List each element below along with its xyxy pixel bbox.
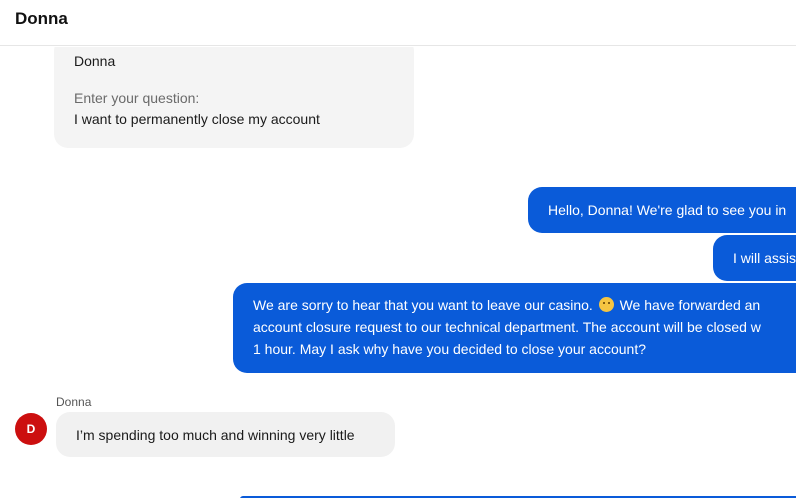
message-list[interactable]: Donna Enter your question: I want to per… bbox=[0, 47, 796, 498]
form-name-value: Donna bbox=[74, 53, 116, 69]
sad-face-emoji-icon bbox=[598, 297, 614, 312]
chat-title: Donna bbox=[15, 9, 68, 28]
avatar: D bbox=[15, 413, 47, 445]
message-line: 1 hour. May I ask why have you decided t… bbox=[253, 341, 647, 357]
outgoing-message: Hello, Donna! We're glad to see you in bbox=[528, 187, 796, 233]
message-text: We are sorry to hear that you want to le… bbox=[253, 297, 593, 313]
chat-header: Donna bbox=[0, 0, 796, 46]
pre-chat-form-card: Donna Enter your question: I want to per… bbox=[54, 47, 414, 148]
incoming-message: I’m spending too much and winning very l… bbox=[56, 412, 395, 457]
sender-name: Donna bbox=[56, 395, 92, 409]
form-question-label: Enter your question: bbox=[74, 90, 200, 106]
form-question-value: I want to permanently close my account bbox=[74, 111, 320, 127]
message-text: We have forwarded an bbox=[619, 297, 761, 313]
message-line: We are sorry to hear that you want to le… bbox=[253, 294, 796, 316]
message-line: account closure request to our technical… bbox=[253, 319, 761, 335]
outgoing-message: We are sorry to hear that you want to le… bbox=[233, 283, 796, 373]
outgoing-message: I will assis bbox=[713, 235, 796, 281]
